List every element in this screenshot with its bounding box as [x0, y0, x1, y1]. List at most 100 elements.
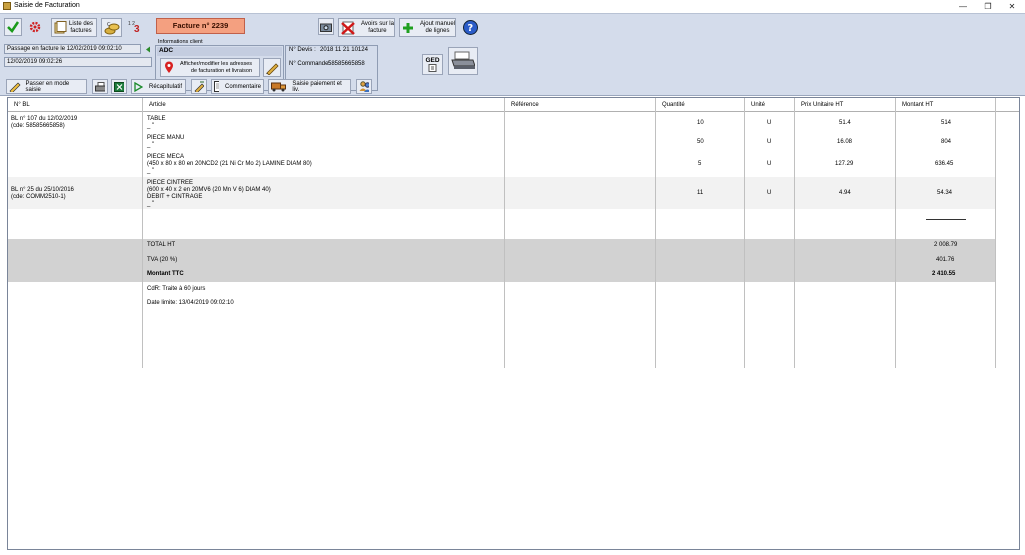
- commande-value: 58585665858: [328, 61, 365, 67]
- adresses-button[interactable]: Afficher/modifier les adresses de factur…: [160, 58, 260, 77]
- checkmark-icon: [7, 21, 20, 33]
- header-prix-unitaire: Prix Unitaire HT: [801, 102, 844, 108]
- bl-commande: (cde: COMM2510-1): [11, 194, 66, 200]
- excel-button[interactable]: [111, 79, 127, 94]
- plus-icon: [403, 22, 413, 33]
- commentaire-label: Commentaire: [224, 83, 261, 90]
- close-button[interactable]: ✕: [999, 0, 1025, 13]
- printer-icon: [451, 51, 475, 69]
- coins-button[interactable]: C: [101, 18, 122, 37]
- arrow-left-icon: [145, 46, 150, 53]
- commande-label: N° Commande:: [289, 61, 331, 67]
- date-limite: Date limite: 13/04/2019 09:02:10: [147, 300, 234, 306]
- unit-price-cell: 51.4: [839, 120, 851, 126]
- article-name: TABLE: [147, 116, 166, 122]
- amount-cell: 514: [941, 120, 952, 126]
- printer-small-icon: [95, 81, 105, 91]
- bl-number: BL n° 25 du 25/10/2016: [11, 187, 74, 193]
- app-icon: [3, 2, 11, 10]
- header-unite: Unité: [751, 102, 766, 108]
- article-name: PIECE CINTREE: [147, 180, 194, 186]
- col-divider: [995, 98, 996, 368]
- minimize-button[interactable]: —: [950, 0, 976, 13]
- total-ht-label: TOTAL HT: [147, 242, 176, 248]
- unit-price-cell: 127.29: [835, 161, 854, 167]
- svg-text:C: C: [107, 22, 111, 28]
- print-small-button[interactable]: [92, 79, 108, 94]
- validate-button[interactable]: [4, 18, 22, 36]
- ajout-lignes-button[interactable]: Ajout manuel de lignes: [399, 18, 456, 37]
- client-name: ADC: [157, 47, 282, 56]
- toolbar-area: Liste des factures C 1 2 3 Facture n° 22…: [0, 13, 1025, 96]
- unit-price-cell: 4.94: [839, 190, 851, 196]
- documents-icon: [54, 21, 67, 34]
- gear-icon: [29, 21, 41, 33]
- amount-cell: 54.34: [937, 190, 953, 196]
- article-name: PIECE MECA: [147, 154, 185, 160]
- unit-price-cell: 16.08: [837, 139, 853, 145]
- settings-button[interactable]: [26, 18, 44, 36]
- col-divider: [142, 98, 143, 368]
- tva-label: TVA (20 %): [147, 257, 178, 263]
- ged-button[interactable]: GED: [422, 54, 443, 75]
- devis-label: N° Devis :: [289, 47, 316, 53]
- help-button[interactable]: ?: [461, 18, 479, 36]
- unit-cell: U: [767, 161, 772, 167]
- header-article: Article: [149, 102, 166, 108]
- camera-button[interactable]: [318, 18, 334, 35]
- coins-icon: C: [104, 22, 119, 34]
- window-title: Saisie de Facturation: [14, 2, 80, 9]
- article-detail: _ ": [147, 201, 155, 207]
- client-info-title: Informations client: [157, 39, 204, 45]
- recapitulatif-button[interactable]: Récapitulatif: [131, 79, 186, 94]
- edit-client-button[interactable]: [263, 58, 281, 77]
- conditions-reglement: CdR: Traite à 60 jours: [147, 286, 206, 292]
- cancel-document-icon: [341, 21, 355, 35]
- article-detail: (450 x 80 x 80 en 20NCD2 (21 Ni Cr Mo 2)…: [147, 161, 312, 167]
- mode-saisie-button[interactable]: Passer en mode saisie: [6, 79, 87, 94]
- ged-label: GED: [425, 57, 440, 64]
- restore-button[interactable]: ❐: [975, 0, 1001, 13]
- unit-cell: U: [767, 120, 772, 126]
- passage-field: Passage en facture le 12/02/2019 09:02:1…: [4, 44, 141, 54]
- users-icon: [359, 81, 369, 92]
- camera-icon: [320, 23, 332, 32]
- numbering-icon: 1 2 3: [128, 21, 142, 35]
- avoirs-button[interactable]: Avoirs sur la facture: [338, 18, 395, 37]
- article-name: PIECE MANU: [147, 135, 185, 141]
- col-divider: [794, 98, 795, 368]
- note-icon: [214, 81, 219, 92]
- invoice-grid: N° BL Article Référence Quantité Unité P…: [7, 97, 1020, 550]
- print-button[interactable]: [448, 47, 478, 75]
- avoirs-label: Avoirs sur la facture: [361, 20, 394, 34]
- svg-text:?: ?: [467, 23, 473, 34]
- edit-button[interactable]: [191, 79, 207, 94]
- numbering-button[interactable]: 1 2 3: [126, 18, 144, 37]
- excel-icon: [114, 81, 124, 92]
- pencil-icon: [9, 82, 21, 92]
- truck-icon: [271, 82, 286, 92]
- ged-document-icon: [428, 64, 436, 72]
- liste-factures-button[interactable]: Liste des factures: [51, 18, 97, 37]
- collapse-arrow-button[interactable]: [143, 45, 152, 54]
- bl-number: BL n° 107 du 12/02/2019: [11, 116, 78, 122]
- devis-value: 2018 11 21 10124: [320, 47, 368, 53]
- total-ttc-value: 2 410.55: [932, 271, 956, 277]
- header-quantite: Quantité: [662, 102, 685, 108]
- tva-value: 401.76: [936, 257, 955, 263]
- bl-commande: (cde: 58585665858): [11, 123, 65, 129]
- mode-saisie-label: Passer en mode saisie: [25, 80, 70, 93]
- col-divider: [744, 98, 745, 368]
- commentaire-button[interactable]: Commentaire: [211, 79, 264, 94]
- paiement-button[interactable]: Saisie paiement et liv.: [268, 79, 351, 94]
- article-detail: _ ": [147, 168, 155, 174]
- unit-cell: U: [767, 190, 772, 196]
- subtotal-rule: [926, 219, 966, 220]
- article-detail: _ ": [147, 142, 155, 148]
- location-pin-icon: [165, 61, 173, 73]
- adresses-label: Afficher/modifier les adresses de factur…: [180, 61, 253, 74]
- ajout-lignes-label: Ajout manuel de lignes: [419, 20, 455, 34]
- article-detail: _ ": [147, 123, 155, 129]
- recapitulatif-label: Récapitulatif: [149, 83, 183, 90]
- users-button[interactable]: [356, 79, 372, 94]
